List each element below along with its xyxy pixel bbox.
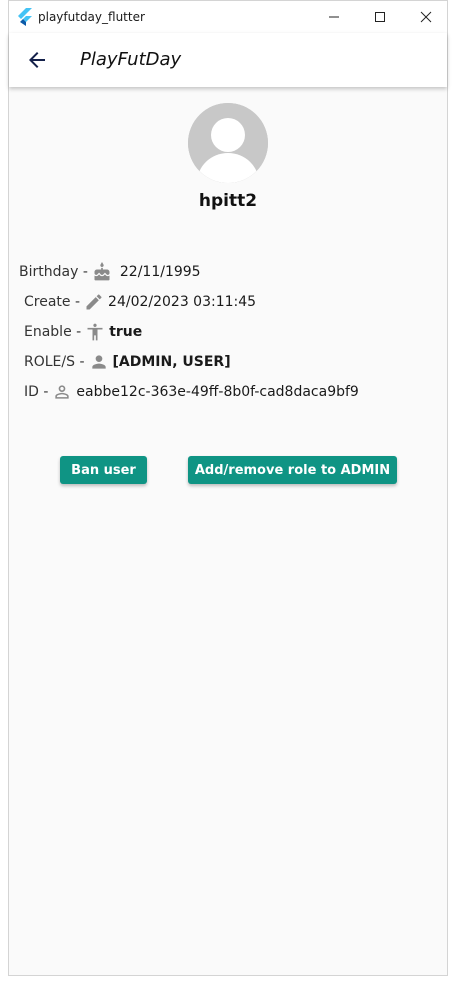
id-label: ID - <box>24 384 49 400</box>
maximize-button[interactable] <box>357 1 403 33</box>
birthday-value: 22/11/1995 <box>119 264 201 280</box>
avatar <box>188 103 268 183</box>
ban-user-button[interactable]: Ban user <box>60 456 147 484</box>
birthday-label: Birthday - <box>19 264 88 280</box>
create-row: Create - 24/02/2023 03:11:45 <box>24 292 256 312</box>
roles-row: ROLE/S - [ADMIN, USER] <box>24 352 231 372</box>
close-icon <box>420 11 432 23</box>
window-title: playfutday_flutter <box>38 10 145 24</box>
roles-label: ROLE/S - <box>24 354 85 370</box>
default-avatar-icon <box>188 103 268 183</box>
cake-icon <box>94 262 110 281</box>
flutter-logo-icon <box>18 8 32 26</box>
enable-row: Enable - true <box>24 322 142 342</box>
arrow-back-icon[interactable] <box>25 48 49 72</box>
create-value: 24/02/2023 03:11:45 <box>108 294 257 310</box>
username: hpitt2 <box>198 191 258 211</box>
accessibility-icon <box>87 323 103 341</box>
close-button[interactable] <box>403 1 449 33</box>
maximize-icon <box>375 12 385 22</box>
id-row: ID - eabbe12c-363e-49ff-8b0f-cad8daca9bf… <box>24 382 359 402</box>
roles-value: [ADMIN, USER] <box>112 354 231 370</box>
minimize-button[interactable] <box>311 1 357 33</box>
app-window: playfutday_flutter PlayFutDay hpitt2 Bir… <box>8 0 448 976</box>
person-icon <box>91 355 106 369</box>
window-titlebar[interactable]: playfutday_flutter <box>9 1 447 33</box>
pencil-icon <box>86 294 102 310</box>
appbar-title: PlayFutDay <box>80 49 182 70</box>
id-value: eabbe12c-363e-49ff-8b0f-cad8daca9bf9 <box>76 384 359 400</box>
birthday-row: Birthday - 22/11/1995 <box>19 262 201 282</box>
app-bar: PlayFutDay <box>9 33 447 87</box>
minimize-icon <box>329 16 339 18</box>
enable-value: true <box>109 324 143 340</box>
create-label: Create - <box>24 294 81 310</box>
person-outline-icon <box>55 385 70 399</box>
enable-label: Enable - <box>24 324 82 340</box>
add-remove-admin-role-button[interactable]: Add/remove role to ADMIN <box>188 456 397 484</box>
